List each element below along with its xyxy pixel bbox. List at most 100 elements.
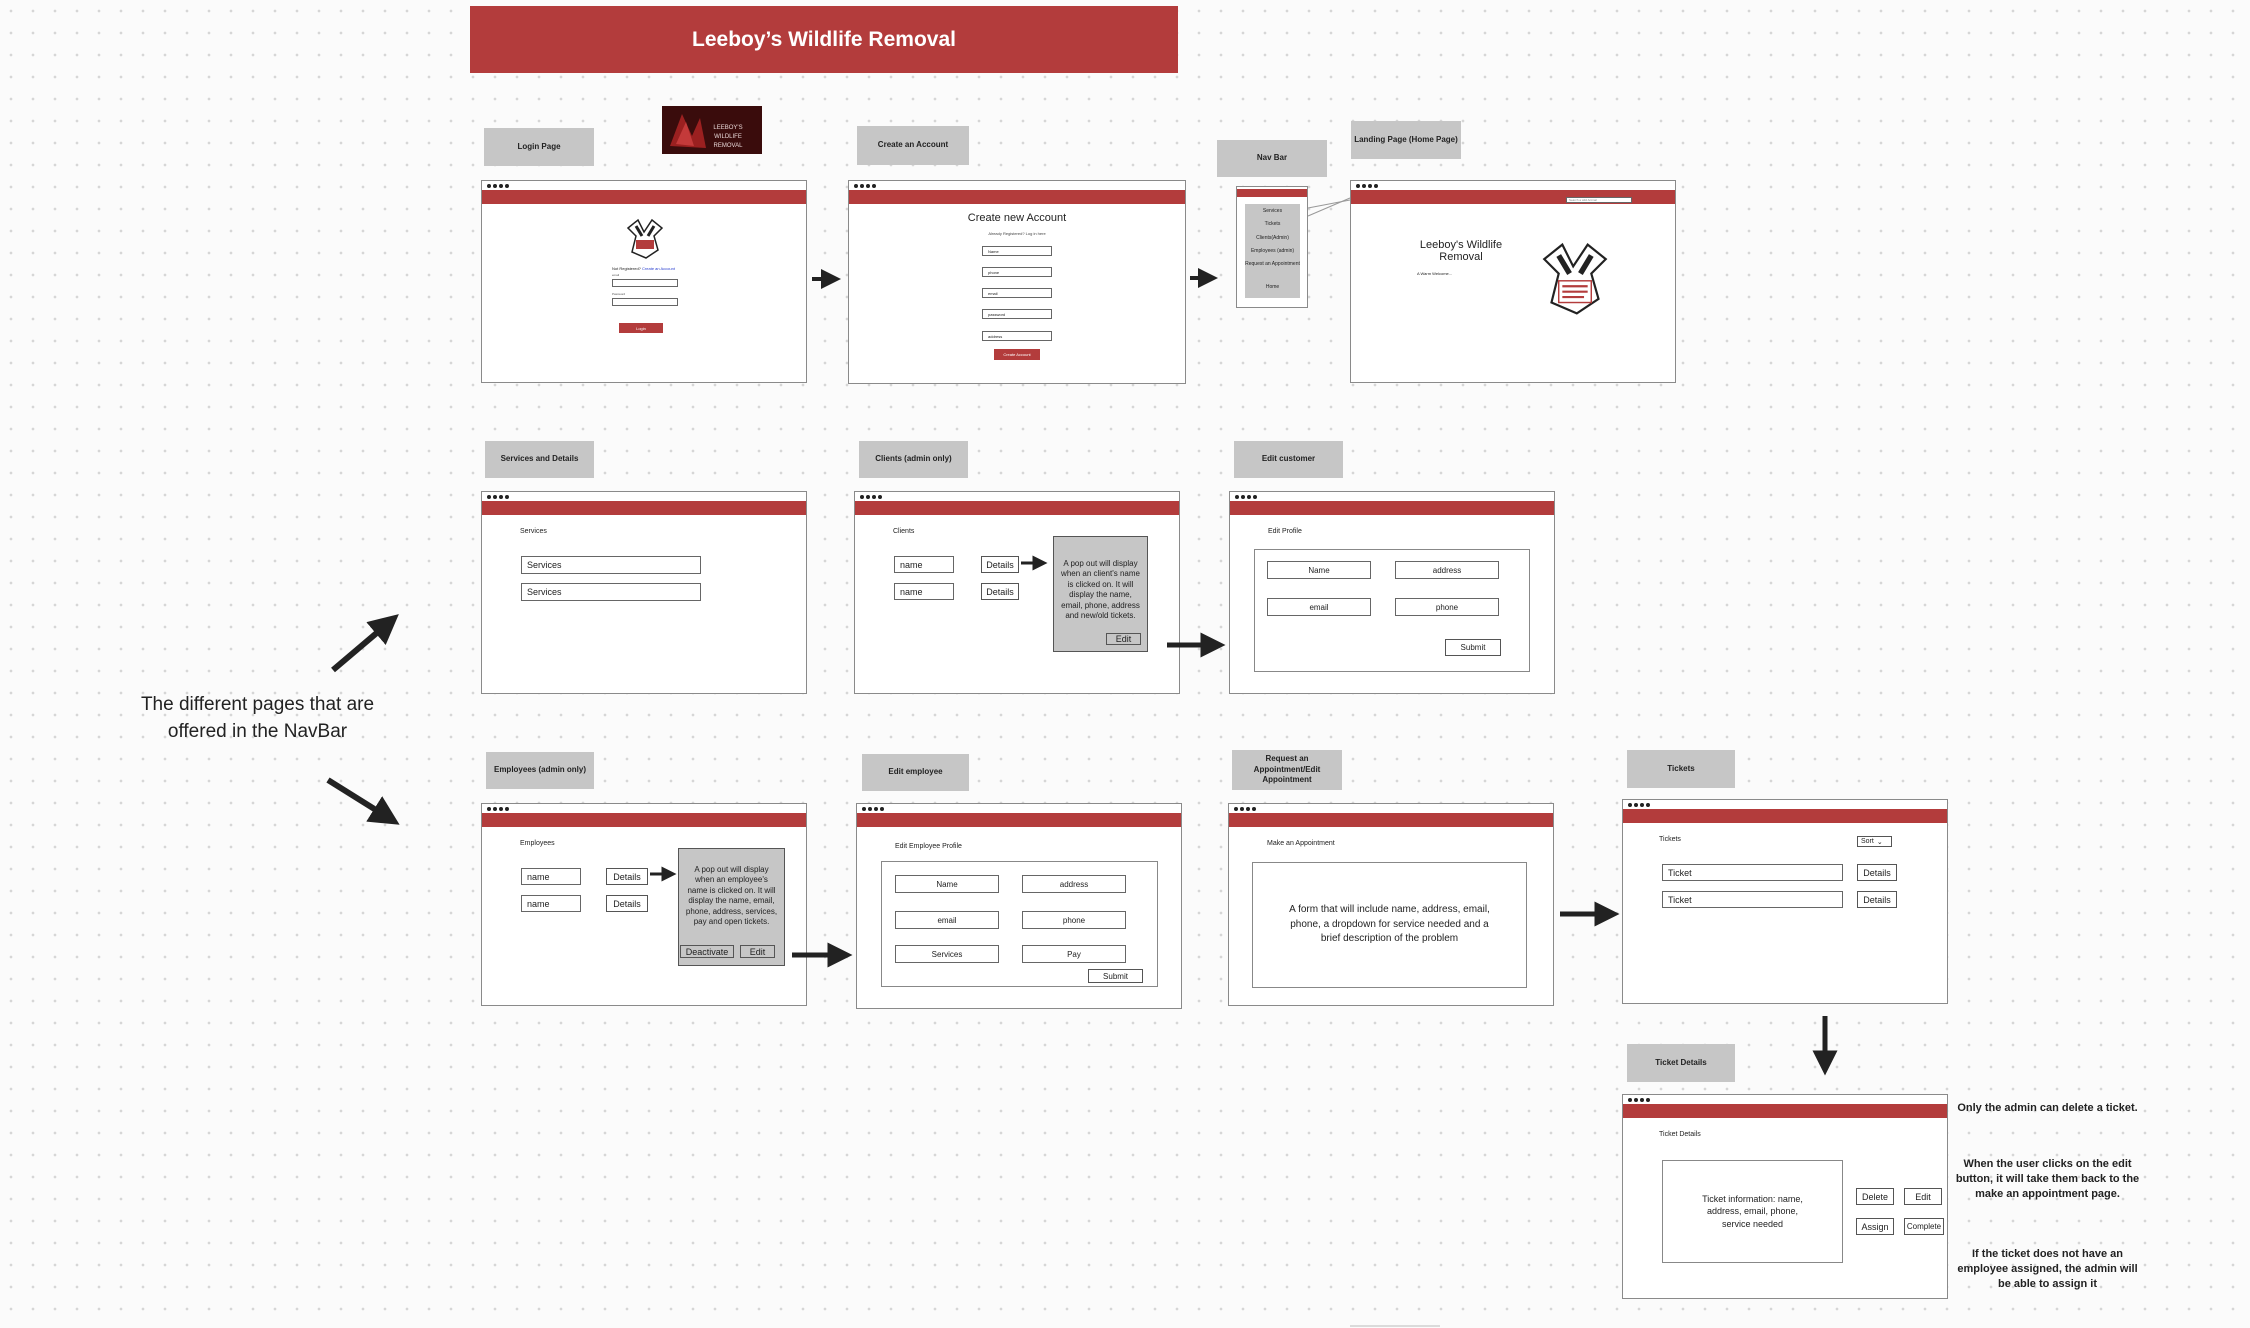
edit-button[interactable]: Edit [1904,1188,1942,1205]
search-placeholder: Search a wild Animal [1569,198,1597,202]
header-bar [1623,1104,1947,1118]
login-button[interactable]: Login [619,323,663,333]
edit-profile-heading: Edit Profile [1268,528,1302,535]
landing-heading: Leeboy's Wildlife Removal [1419,239,1503,264]
assign-button[interactable]: Assign [1856,1218,1894,1235]
nav-item-employees[interactable]: Employees (admin) [1245,248,1300,254]
delete-button[interactable]: Delete [1856,1188,1894,1205]
edit-button[interactable]: Edit [1106,633,1141,645]
deactivate-button[interactable]: Deactivate [680,945,734,958]
details-button[interactable]: Details [606,895,648,912]
details-button[interactable]: Details [1857,864,1897,881]
page-title: Leeboy’s Wildlife Removal [692,27,956,51]
email-field[interactable] [612,279,678,287]
badger-mascot-icon [1542,242,1608,315]
edit-customer-mockup: Edit Profile Name address email phone Su… [1229,491,1555,694]
edit-button-note: When the user clicks on the edit button,… [1955,1158,2140,1200]
clients-page-mockup: Clients name name Details Details A pop … [854,491,1180,694]
header-bar [482,501,806,515]
appointment-form-box: A form that will include name, address, … [1252,862,1527,988]
address-field[interactable]: address [1022,875,1126,893]
chevron-down-icon: ⌄ [1876,838,1883,846]
ticket-info-text: Ticket information: name, address, email… [1702,1194,1803,1229]
label-nav-bar: Nav Bar [1217,140,1327,177]
client-name-item[interactable]: name [894,556,954,573]
header-bar [1230,501,1554,515]
name-field[interactable]: Name [1267,561,1371,579]
employee-popup-text: A pop out will display when an employee'… [685,865,778,926]
nav-item-clients[interactable]: Clients(Admin) [1245,235,1300,241]
assign-note: If the ticket does not have an employee … [1957,1248,2138,1290]
landing-page-mockup: Search a wild Animal Leeboy's Wildlife R… [1350,180,1676,383]
pay-field[interactable]: Pay [1022,945,1126,963]
name-field[interactable]: Name [895,875,999,893]
name-field[interactable]: Name [982,246,1052,256]
nav-item-home[interactable]: Home [1245,284,1300,290]
password-field[interactable]: password [982,309,1052,319]
address-field[interactable]: address [1395,561,1499,579]
nav-item-services[interactable]: Services [1245,208,1300,214]
services-page-mockup: Services Services Services [481,491,807,694]
email-label: email [612,273,620,277]
email-field[interactable]: email [1267,598,1371,616]
submit-button[interactable]: Submit [1088,969,1143,983]
services-field[interactable]: Services [895,945,999,963]
create-account-mockup: Create new Account Already Registered? L… [848,180,1186,384]
admin-delete-note: Only the admin can delete a ticket. [1957,1102,2138,1114]
create-account-link[interactable]: Create an Account [642,266,675,271]
ticket-item[interactable]: Ticket [1662,891,1843,908]
search-input[interactable]: Search a wild Animal [1566,197,1632,203]
phone-field[interactable]: phone [982,267,1052,277]
nav-connector-lines [1307,197,1351,217]
logo-text: LEEBOY'S WILDLIFE REMOVAL [713,125,743,149]
arrow-up-to-services [331,614,399,673]
ticket-details-mockup: Ticket Details Ticket information: name,… [1622,1094,1948,1299]
already-registered-text: Already Registered? Log in here [988,231,1046,236]
employees-page-mockup: Employees name name Details Details A po… [481,803,807,1006]
sort-label: Sort [1861,838,1874,845]
label-request-appointment: Request an Appointment/Edit Appointment [1232,750,1342,790]
label-ticket-details: Ticket Details [1627,1044,1735,1082]
header-bar [1229,813,1553,827]
edit-employee-mockup: Edit Employee Profile Name address email… [856,803,1182,1009]
label-employees: Employees (admin only) [486,752,594,789]
nav-item-tickets[interactable]: Tickets [1245,221,1300,227]
sort-dropdown[interactable]: Sort ⌄ [1857,836,1892,847]
password-label: Password [612,292,626,296]
header-bar [482,190,806,204]
arrow-down-to-employees [326,777,400,825]
phone-field[interactable]: phone [1022,911,1126,929]
header-bar [482,813,806,827]
header-bar [855,501,1179,515]
employee-name-item[interactable]: name [521,868,581,885]
details-button[interactable]: Details [606,868,648,885]
edit-button[interactable]: Edit [740,945,775,958]
submit-button[interactable]: Submit [1445,639,1501,656]
service-item[interactable]: Services [521,556,701,574]
details-button[interactable]: Details [981,583,1019,600]
label-create-account: Create an Account [857,126,969,165]
nav-item-request[interactable]: Request an Appointment [1245,261,1300,268]
complete-button[interactable]: Complete [1904,1218,1944,1235]
phone-field[interactable]: phone [1395,598,1499,616]
password-field[interactable] [612,298,678,306]
service-item[interactable]: Services [521,583,701,601]
address-field[interactable]: address [982,331,1052,341]
details-button[interactable]: Details [981,556,1019,573]
edit-employee-heading: Edit Employee Profile [895,843,962,850]
tickets-page-mockup: Tickets Sort ⌄ Ticket Ticket Details Det… [1622,799,1948,1004]
employee-name-item[interactable]: name [521,895,581,912]
details-button[interactable]: Details [1857,891,1897,908]
header-bar [1623,809,1947,823]
create-account-button[interactable]: Create Account [994,349,1040,360]
label-edit-employee: Edit employee [862,754,969,791]
client-name-item[interactable]: name [894,583,954,600]
header-bar [857,813,1181,827]
ticket-item[interactable]: Ticket [1662,864,1843,881]
email-field[interactable]: email [982,288,1052,298]
create-heading: Create new Account [967,212,1067,224]
request-appointment-mockup: Make an Appointment A form that will inc… [1228,803,1554,1006]
not-registered-text: Not Registered? [612,266,641,271]
ticket-details-heading: Ticket Details [1659,1131,1701,1138]
email-field[interactable]: email [895,911,999,929]
